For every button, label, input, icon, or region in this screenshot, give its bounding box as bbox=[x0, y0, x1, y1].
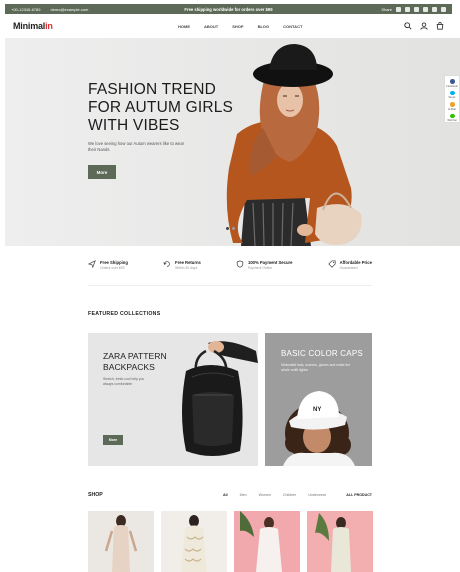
return-icon bbox=[163, 261, 170, 267]
nav-home[interactable]: HOME bbox=[178, 24, 190, 29]
product-image bbox=[88, 511, 154, 572]
contact-info: +00-12345-6789 demo@example.com bbox=[11, 7, 88, 12]
feature-title: Free Returns bbox=[175, 260, 201, 265]
collection-description: Stretch, fresh-cool help you always comf… bbox=[103, 377, 145, 386]
logo-text: Minimal bbox=[13, 21, 46, 31]
feature-subtitle: Payment Online bbox=[248, 266, 273, 270]
slider-dot[interactable] bbox=[226, 227, 229, 230]
hero-title-line: WITH VIBES bbox=[88, 117, 180, 134]
search-icon[interactable] bbox=[404, 22, 412, 30]
product-card[interactable] bbox=[307, 511, 373, 572]
feature-free-returns: Free Returns Within 30 days bbox=[163, 260, 201, 285]
filter-children[interactable]: Children bbox=[283, 493, 296, 497]
collection-card-backpacks[interactable]: ZARA PATTERN BACKPACKS Stretch, fresh-co… bbox=[88, 333, 258, 466]
shield-icon bbox=[236, 260, 244, 268]
product-card[interactable] bbox=[88, 511, 154, 572]
filter-men[interactable]: Men bbox=[240, 493, 247, 497]
phone-text[interactable]: +00-12345-6789 bbox=[11, 7, 40, 12]
featured-collections-title: FEATURED COLLECTIONS bbox=[88, 311, 161, 317]
nav-about[interactable]: ABOUT bbox=[204, 24, 218, 29]
facebook-icon[interactable] bbox=[396, 6, 401, 12]
widget-label: Facebook bbox=[446, 84, 458, 88]
facebook-icon[interactable] bbox=[449, 79, 455, 84]
header-actions bbox=[404, 22, 444, 30]
hero-subtitle: We love seeing how our Autum wearers lik… bbox=[88, 141, 185, 152]
paper-plane-icon bbox=[88, 260, 96, 268]
shop-filter-tabs: All Men Women Children Underwear bbox=[223, 493, 326, 497]
main-nav: HOME ABOUT SHOP BLOG CONTACT bbox=[178, 24, 302, 29]
filter-women[interactable]: Women bbox=[259, 493, 271, 497]
product-card[interactable] bbox=[234, 511, 300, 572]
feature-affordable-price: Affordable Price Guaranteed bbox=[327, 260, 372, 285]
site-logo[interactable]: Minimalin bbox=[13, 21, 53, 31]
site-header: Minimalin HOME ABOUT SHOP BLOG CONTACT bbox=[5, 14, 452, 38]
email-text[interactable]: demo@example.com bbox=[50, 7, 88, 12]
hero-title-line: FOR AUTUM GIRLS bbox=[88, 99, 234, 116]
product-image bbox=[161, 511, 227, 572]
cart-icon[interactable] bbox=[436, 22, 444, 30]
hero-title-line: FASHION TREND bbox=[88, 81, 217, 98]
twitter-icon[interactable] bbox=[405, 6, 410, 12]
logo-accent-text: in bbox=[45, 21, 53, 31]
filter-all[interactable]: All bbox=[223, 493, 228, 497]
nav-shop[interactable]: SHOP bbox=[232, 24, 243, 29]
product-card[interactable] bbox=[161, 511, 227, 572]
collection-title: BASIC COLOR CAPS bbox=[281, 349, 363, 358]
shop-header: SHOP All Men Women Children Underwear AL… bbox=[88, 492, 372, 502]
hero-title: FASHION TREND FOR AUTUM GIRLS WITH VIBES bbox=[88, 81, 233, 135]
nav-contact[interactable]: CONTACT bbox=[283, 24, 302, 29]
top-bar: +00-12345-6789 demo@example.com Free shi… bbox=[5, 4, 452, 14]
youtube-icon[interactable] bbox=[432, 6, 437, 12]
linkedin-icon[interactable] bbox=[441, 6, 446, 12]
contact-side-widget: Facebook Skype E-Mail WeChat bbox=[444, 75, 460, 123]
user-icon[interactable] bbox=[420, 22, 428, 30]
features-strip: Free Shipping Orders over $99 Free Return… bbox=[88, 260, 372, 286]
slider-dots bbox=[226, 227, 235, 230]
feature-title: 100% Payment Secure bbox=[248, 260, 293, 265]
feature-subtitle: Orders over $99 bbox=[100, 266, 125, 270]
feature-payment-secure: 100% Payment Secure Payment Online bbox=[236, 260, 292, 285]
widget-label: E-Mail bbox=[448, 107, 456, 111]
instagram-icon[interactable] bbox=[423, 6, 428, 12]
feature-subtitle: Guaranteed bbox=[339, 266, 358, 270]
collection-title-line: ZARA PATTERN bbox=[103, 351, 167, 361]
hero-more-button[interactable]: More bbox=[88, 165, 116, 179]
product-image bbox=[234, 511, 300, 572]
collection-title: ZARA PATTERN BACKPACKS bbox=[103, 351, 167, 373]
skype-icon[interactable] bbox=[449, 90, 455, 95]
feature-subtitle: Within 30 days bbox=[175, 266, 198, 270]
svg-text:NY: NY bbox=[313, 407, 321, 413]
widget-label: Skype bbox=[448, 96, 456, 99]
wechat-icon[interactable] bbox=[449, 113, 455, 118]
widget-label: WeChat bbox=[447, 119, 457, 122]
share-label: Share bbox=[381, 6, 392, 12]
hero-model-image bbox=[5, 38, 460, 246]
nav-blog[interactable]: BLOG bbox=[258, 24, 270, 29]
all-products-link[interactable]: ALL PRODUCT bbox=[346, 493, 372, 497]
collection-card-caps[interactable]: NY BASIC COLOR CAPS Minimalist hats, sca… bbox=[265, 333, 372, 466]
collection-title-line: BACKPACKS bbox=[103, 362, 155, 372]
tag-icon bbox=[327, 260, 336, 268]
feature-title: Affordable Price bbox=[339, 260, 372, 265]
feature-free-shipping: Free Shipping Orders over $99 bbox=[88, 260, 128, 285]
email-icon[interactable] bbox=[449, 102, 455, 107]
shop-title: SHOP bbox=[88, 492, 103, 498]
pinterest-icon[interactable] bbox=[414, 6, 419, 12]
collection-more-button[interactable]: More bbox=[103, 435, 123, 445]
collection-description: Minimalist hats, scarves, gloves and mak… bbox=[281, 363, 351, 372]
feature-title: Free Shipping bbox=[100, 260, 128, 265]
hero-banner: FASHION TREND FOR AUTUM GIRLS WITH VIBES… bbox=[5, 38, 460, 246]
slider-dot[interactable] bbox=[232, 227, 235, 230]
social-share: Share bbox=[381, 6, 446, 12]
filter-underwear[interactable]: Underwear bbox=[308, 493, 326, 497]
product-image bbox=[307, 511, 373, 572]
